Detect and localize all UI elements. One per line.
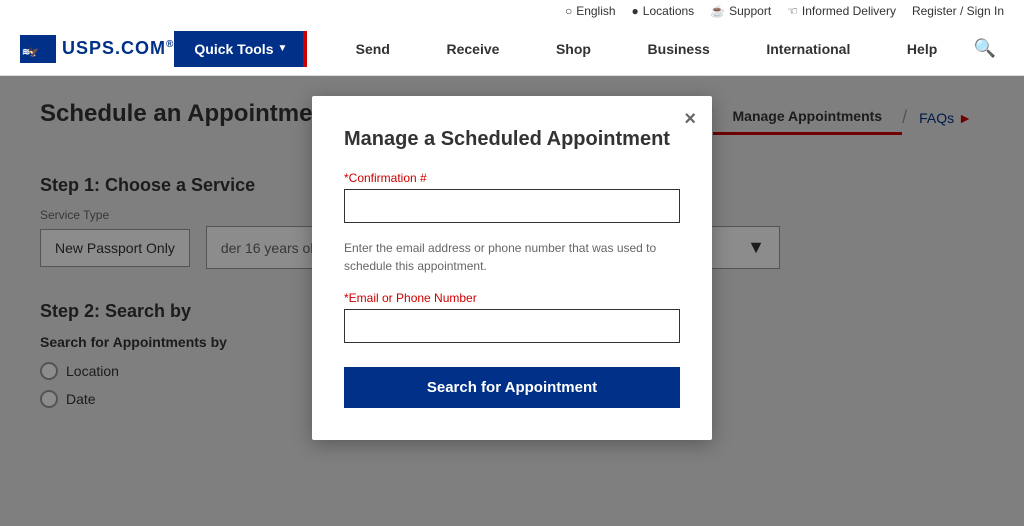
modal-help-text: Enter the email address or phone number … (344, 239, 680, 275)
nav-business[interactable]: Business (636, 31, 722, 67)
nav-shop[interactable]: Shop (544, 31, 603, 67)
header: ○ English ● Locations ☕ Support ☜ Inform… (0, 0, 1024, 76)
page-background: Schedule an Appointment Schedule an Appo… (0, 76, 1024, 526)
usps-logo[interactable]: ≋ 🦅 USPS.COM® (20, 35, 174, 63)
nav-send[interactable]: Send (344, 31, 402, 67)
informed-delivery-link[interactable]: ☜ Informed Delivery (787, 4, 896, 18)
headset-icon: ☕ (710, 4, 725, 18)
eagle-icon: ≋ 🦅 (20, 35, 56, 63)
nav-international[interactable]: International (754, 31, 862, 67)
confirmation-input[interactable] (344, 189, 680, 223)
search-button[interactable]: 🔍 (966, 30, 1004, 67)
modal-dialog: × Manage a Scheduled Appointment *Confir… (312, 96, 712, 440)
confirmation-label: *Confirmation # (344, 171, 680, 185)
nav-help[interactable]: Help (895, 31, 949, 67)
pin-icon: ● (632, 4, 639, 18)
support-link[interactable]: ☕ Support (710, 4, 771, 18)
svg-text:🦅: 🦅 (28, 46, 39, 57)
language-selector[interactable]: ○ English (565, 4, 616, 18)
header-top: ○ English ● Locations ☕ Support ☜ Inform… (0, 0, 1024, 22)
register-signin-link[interactable]: Register / Sign In (912, 4, 1004, 18)
email-phone-input[interactable] (344, 309, 680, 343)
chevron-down-icon: ▼ (277, 43, 287, 54)
modal-close-button[interactable]: × (684, 108, 696, 131)
person-icon: ☜ (787, 4, 798, 18)
main-nav: Send Receive Shop Business International… (327, 31, 965, 67)
header-main: ≋ 🦅 USPS.COM® Quick Tools ▼ Send Receive… (0, 22, 1024, 75)
quick-tools-button[interactable]: Quick Tools ▼ (174, 31, 307, 67)
email-label: *Email or Phone Number (344, 291, 680, 305)
search-appointment-button[interactable]: Search for Appointment (344, 367, 680, 408)
usps-logo-text: USPS.COM® (62, 38, 174, 59)
modal-title: Manage a Scheduled Appointment (344, 128, 680, 151)
locations-link[interactable]: ● Locations (632, 4, 695, 18)
globe-icon: ○ (565, 4, 572, 18)
modal-overlay: × Manage a Scheduled Appointment *Confir… (0, 76, 1024, 526)
nav-receive[interactable]: Receive (434, 31, 511, 67)
